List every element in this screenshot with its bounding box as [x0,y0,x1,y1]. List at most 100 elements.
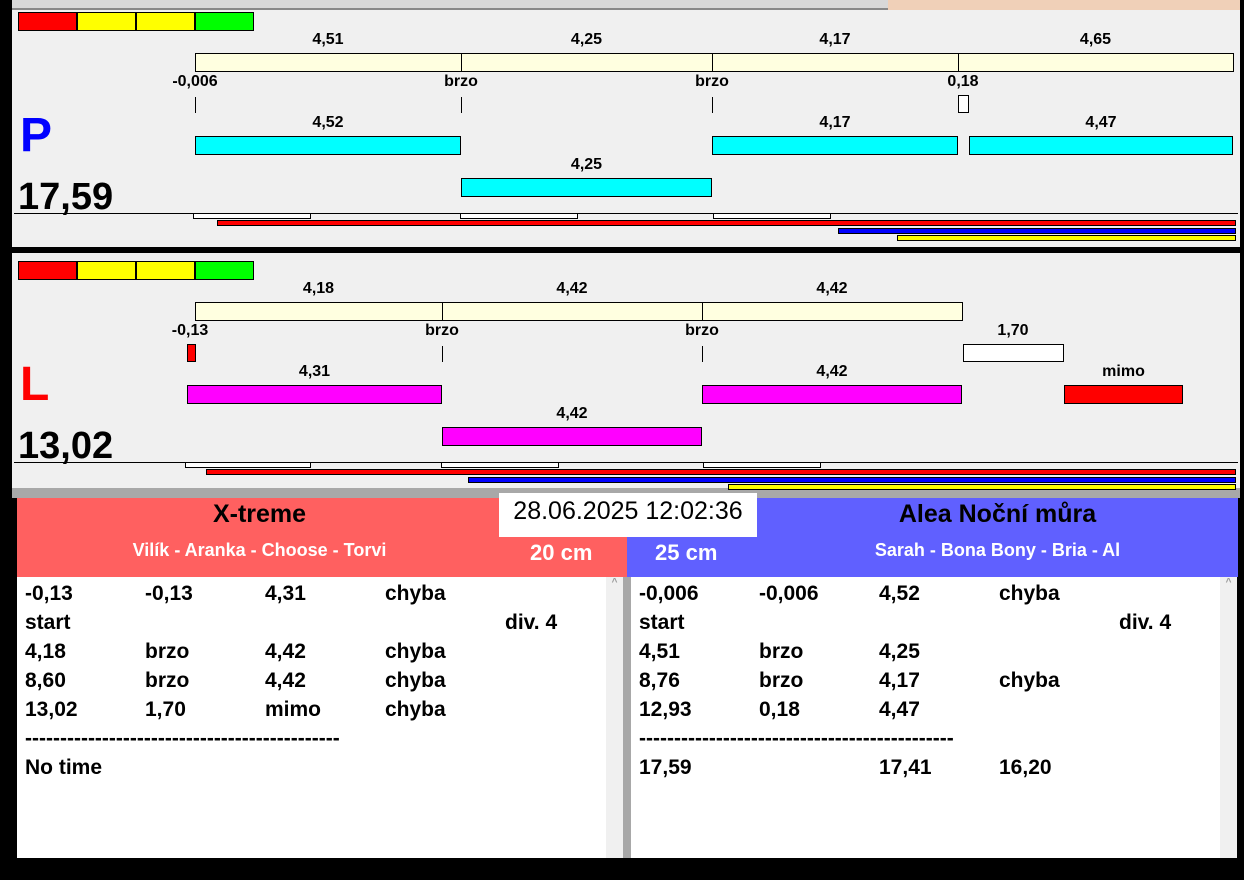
split-bar [195,302,443,321]
result-cell: 1,70 [145,698,186,721]
result-cell: -0,13 [145,582,193,605]
transition-label: brzo [425,322,459,339]
run-bar [461,178,712,197]
result-cell: 4,18 [25,640,66,663]
run-bar [195,136,461,155]
tick-mark [712,97,713,113]
transition-label: -0,006 [172,73,218,90]
result-cell: 0,18 [759,698,800,721]
split-label: 4,18 [302,280,335,297]
tick-mark [442,346,443,362]
run-bar [1064,385,1183,404]
result-cell: -0,006 [639,582,699,605]
run-bar [702,385,962,404]
split-bar [461,53,713,72]
traffic-light-cell [77,261,136,280]
run-label: 4,52 [312,114,344,131]
transition-box [187,344,196,362]
strip-box [441,462,559,468]
result-cell: 4,25 [879,640,920,663]
result-cell: 8,76 [639,669,680,692]
timeline-bar [468,476,1236,483]
result-cell: 13,02 [25,698,78,721]
result-cell: chyba [999,582,1060,605]
traffic-light-cell [77,12,136,31]
result-cell: 4,51 [639,640,680,663]
result-cell: 4,47 [879,698,920,721]
result-cell: No time [25,756,103,779]
strip-box [713,213,831,219]
result-cell: div. 4 [505,611,558,634]
run-label: 4,47 [1085,114,1117,131]
result-cell: mimo [265,698,322,721]
result-cell: chyba [385,640,446,663]
right-team-name: Alea Noční můra [898,500,1097,528]
datetime: 28.06.2025 12:02:36 [499,493,757,537]
timeline-bar [217,220,1236,226]
split-bar [702,302,963,321]
transition-box [963,344,1064,362]
result-cell: 16,20 [999,756,1052,779]
traffic-light-cell [18,261,77,280]
split-label: 4,17 [819,31,851,48]
result-cell: ----------------------------------------… [25,727,340,750]
lane-separator [12,247,1240,253]
top-tab-strip [12,0,888,10]
result-cell: 4,52 [879,582,920,605]
right-team-height: 25 cm [655,540,718,565]
left-team-name: X-treme [212,500,307,528]
split-label: 4,42 [816,280,848,297]
result-cell: chyba [999,669,1060,692]
transition-label: brzo [685,322,719,339]
transition-label: 0,18 [947,73,979,90]
result-cell: start [25,611,71,634]
strip-box [193,213,311,219]
tick-mark [195,97,196,113]
split-bar [712,53,959,72]
right-team-dogs: Sarah - Bona Bony - Bria - Al [874,540,1121,560]
split-label: 4,65 [1079,31,1112,48]
run-label: 4,31 [298,363,331,380]
split-label: 4,51 [312,31,344,48]
traffic-light-cell [195,261,254,280]
result-cell: chyba [385,582,446,605]
run-bar [969,136,1233,155]
left-team-height: 20 cm [530,540,593,565]
lane-letter: L [20,358,50,411]
strip-box [703,462,821,468]
transition-label: brzo [444,73,478,90]
strip-box [460,213,578,219]
result-cell: 4,17 [879,669,920,692]
result-cell: -0,006 [759,582,819,605]
timeline-bar [838,227,1236,234]
traffic-light-cell [18,12,77,31]
right-scrollbar[interactable]: ^ [1220,577,1237,858]
run-label: 4,42 [816,363,848,380]
result-cell: brzo [145,640,190,663]
transition-label: brzo [695,73,729,90]
result-cell: chyba [385,669,446,692]
left-results-list[interactable]: -0,13 -0,13 4,31 chyba start div. 4 4,18 brzo 4,… [17,577,606,858]
result-cell: 12,93 [639,698,692,721]
result-cell: 4,31 [265,582,306,605]
result-cell: div. 4 [1119,611,1172,634]
transition-label: 1,70 [997,322,1029,339]
left-scrollbar[interactable]: ^ [606,577,623,858]
split-bar [958,53,1234,72]
result-cell: chyba [385,698,446,721]
traffic-light-cell [195,12,254,31]
right-results-list[interactable]: -0,006 -0,006 4,52 chyba start div. 4 4,51 brzo… [631,577,1220,858]
tick-mark [461,97,462,113]
transition-box [958,95,969,113]
result-cell: 17,41 [879,756,932,779]
run-label: 4,25 [570,156,603,173]
strip-box [185,462,311,468]
result-cell: 4,42 [265,669,306,692]
lane-letter: P [20,109,53,162]
split-bar [442,302,703,321]
timeline-bar [728,484,1236,490]
traffic-light-cell [136,261,195,280]
timeline-bar [897,235,1236,241]
lane-p-panel [12,10,1240,247]
result-cell: ----------------------------------------… [639,727,954,750]
